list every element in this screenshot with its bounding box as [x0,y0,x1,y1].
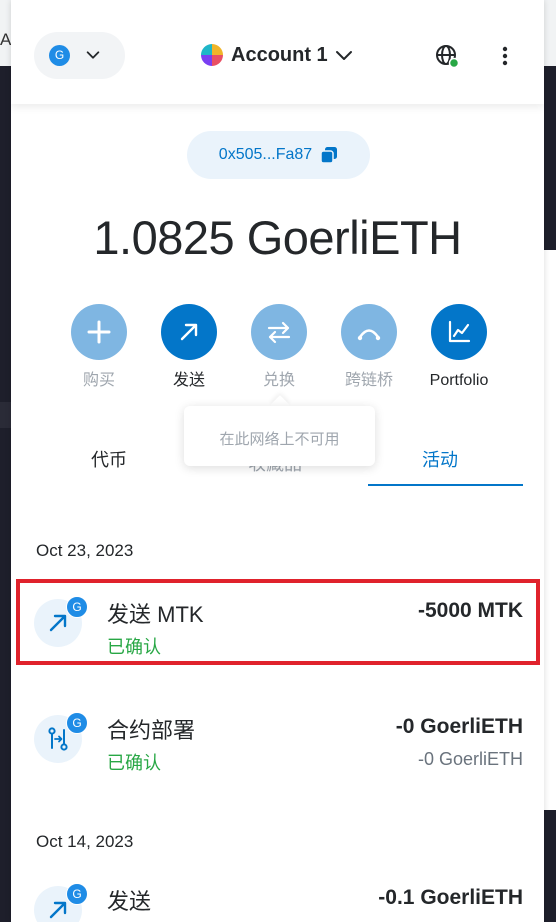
account-address: 0x505...Fa87 [218,146,313,163]
tx-icon-wrap: G [34,883,88,922]
chart-icon [448,320,471,343]
tx-amount: -0.1 GoerliETH [378,886,523,909]
send-circle [161,304,217,360]
buy-circle [71,304,127,360]
chevron-down-icon [86,51,100,59]
send-arrow-icon [180,323,198,341]
copy-icon [320,147,338,164]
buy-label: 购买 [82,372,115,389]
send-arrow-icon [49,901,67,919]
account-avatar [201,44,223,66]
bridge-label: 跨链桥 [344,372,393,389]
tx-title: 发送 [107,889,152,914]
balance-amount: 1.0825 GoerliETH [93,211,462,264]
bridge-button[interactable]: 跨链桥 [324,304,414,391]
browser-edge-text: A [0,30,12,49]
wallet-popup: G Account 1 0x505...Fa87 1.0825 GoerliET… [11,0,544,922]
tab-activity[interactable]: 活动 [422,446,458,472]
tx-title: 合约部署 [107,718,196,743]
active-tab-indicator [368,484,523,486]
send-label: 发送 [172,372,205,389]
network-badge: G [66,712,88,734]
tab-tokens[interactable]: 代币 [91,446,127,472]
unavailable-tooltip: 在此网络上不可用 [184,406,375,466]
swap-circle [251,304,307,360]
account-name: Account 1 [231,43,328,66]
account-picker[interactable]: Account 1 [201,40,354,70]
tx-status: 已确认 [107,753,161,773]
network-badge: G [49,45,70,66]
tx-icon-wrap: G [34,712,88,765]
buy-button[interactable]: 购买 [54,304,144,391]
address-copy-button[interactable]: 0x505...Fa87 [187,131,370,179]
portfolio-button[interactable]: Portfolio [414,304,504,391]
portfolio-circle [431,304,487,360]
connected-sites-globe-icon[interactable] [434,43,460,69]
network-badge: G [66,883,88,905]
tx-amount: -0 GoerliETH [395,715,523,738]
more-menu-icon[interactable] [495,44,515,68]
activity-item[interactable]: G 发送 -0.1 GoerliETH [11,870,544,922]
swap-button[interactable]: 兑换 [234,304,324,391]
activity-date: Oct 23, 2023 [36,541,134,560]
wallet-header: G Account 1 [11,0,544,104]
activity-date: Oct 14, 2023 [36,832,134,851]
swap-icon [267,321,291,344]
chevron-down-icon [335,51,352,60]
highlight-box [16,579,540,665]
send-button[interactable]: 发送 [144,304,234,391]
tx-fiat-amount: -0 GoerliETH [417,749,523,769]
portfolio-label: Portfolio [429,372,489,389]
bridge-circle [341,304,397,360]
swap-label: 兑换 [262,372,295,389]
plus-icon [87,320,111,344]
network-picker[interactable]: G [34,32,125,79]
activity-item[interactable]: G 合约部署 已确认 -0 GoerliETH -0 GoerliETH [11,699,544,785]
bridge-icon [357,329,381,341]
contract-deploy-icon [48,727,68,751]
